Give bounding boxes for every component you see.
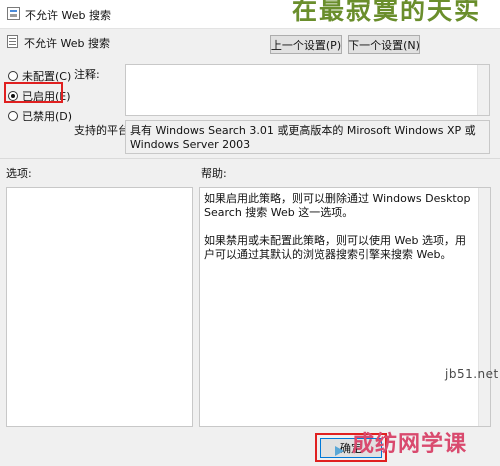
radio-disabled[interactable]: 已禁用(D) — [8, 108, 72, 124]
radio-label: 已禁用(D) — [22, 110, 73, 123]
options-panel — [6, 187, 193, 427]
help-scrollbar[interactable] — [478, 188, 490, 426]
platform-label: 支持的平台: — [74, 124, 133, 137]
comment-label: 注释: — [74, 68, 100, 81]
radio-circle[interactable] — [8, 111, 18, 121]
watermark-bottom-text: 成纺网学课 — [352, 431, 468, 457]
help-panel: 如果启用此策略，则可以删除通过 Windows Desktop Search 搜… — [199, 187, 491, 427]
next-setting-button[interactable]: 下一个设置(N) — [348, 35, 420, 54]
help-label: 帮助: — [201, 167, 227, 180]
platform-value-box: 具有 Windows Search 3.01 或更高版本的 Mirosoft W… — [125, 120, 490, 154]
policy-name: 不允许 Web 搜索 — [24, 37, 110, 50]
pointer-arrow-icon — [335, 446, 344, 456]
highlight-box-enabled — [4, 82, 63, 103]
platform-value: 具有 Windows Search 3.01 或更高版本的 Mirosoft W… — [130, 124, 476, 151]
previous-setting-button[interactable]: 上一个设置(P) — [270, 35, 342, 54]
watermark-top-text: 在最寂寞的天实 — [292, 0, 482, 25]
watermark-site-text: jb51.net — [445, 367, 499, 381]
policy-icon — [7, 7, 20, 20]
settings-page-icon — [7, 35, 18, 48]
radio-circle[interactable] — [8, 71, 18, 81]
help-paragraph: 如果禁用或未配置此策略，则可以使用 Web 选项，用户可以通过其默认的浏览器搜索… — [204, 234, 466, 261]
options-label: 选项: — [6, 167, 32, 180]
window-title: 不允许 Web 搜索 — [25, 9, 111, 22]
comment-scrollbar[interactable] — [477, 65, 489, 115]
comment-textarea[interactable] — [125, 64, 490, 116]
section-divider — [0, 158, 500, 159]
help-paragraph: 如果启用此策略，则可以删除通过 Windows Desktop Search 搜… — [204, 192, 471, 219]
